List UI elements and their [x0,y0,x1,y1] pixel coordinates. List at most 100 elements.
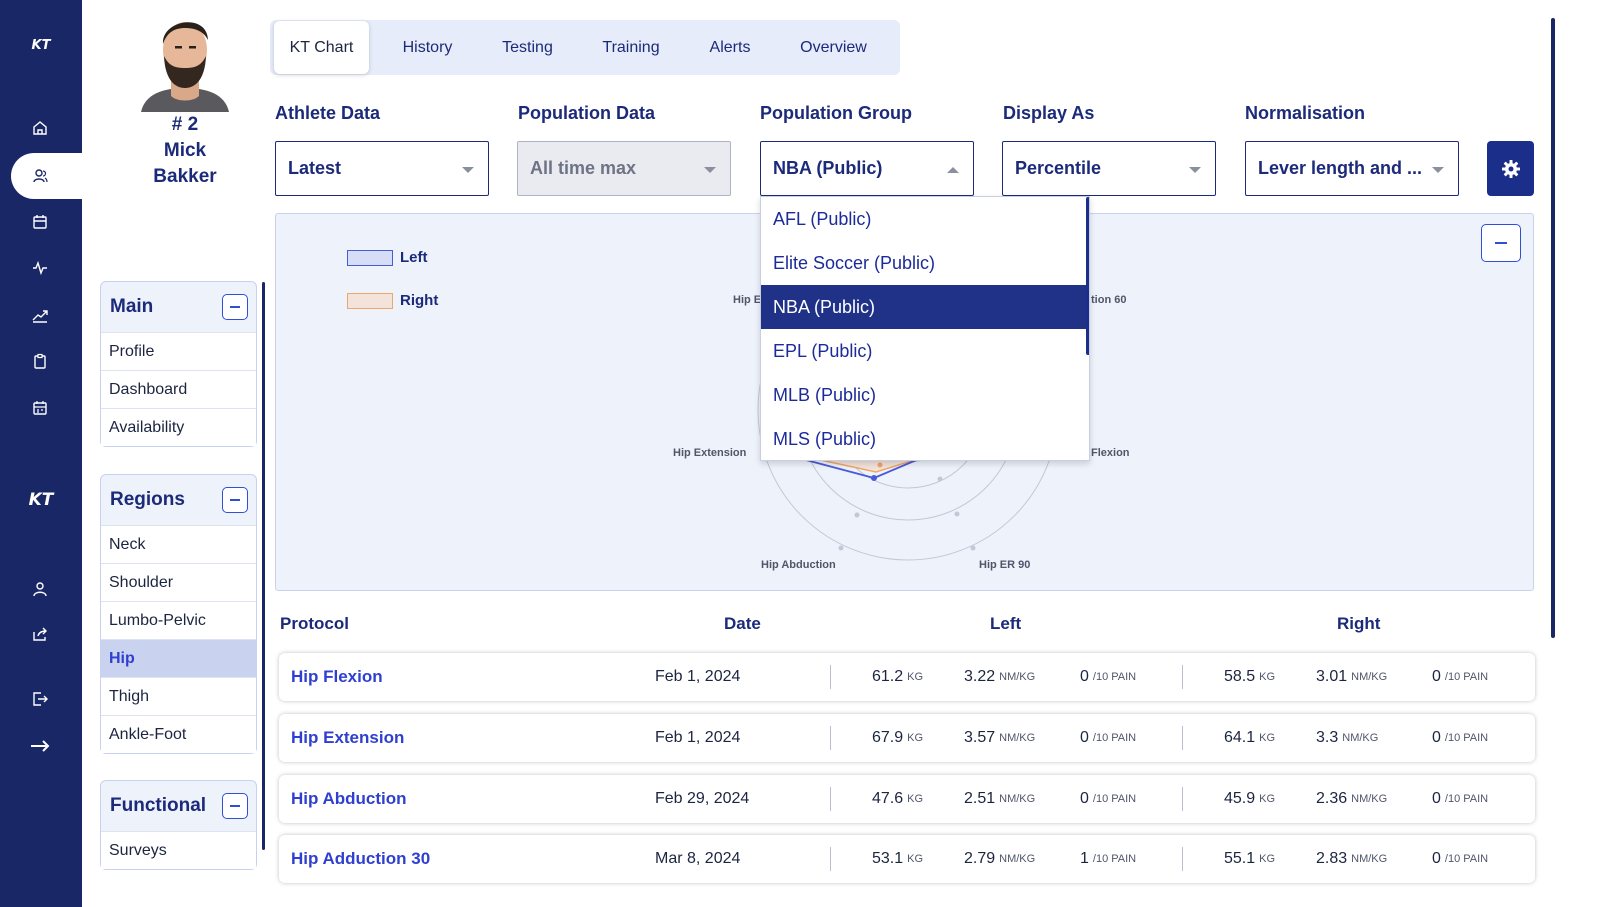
dropdown-option-mlb[interactable]: MLB (Public) [761,373,1089,417]
regions-collapse-button[interactable] [222,487,248,513]
sidebar-item-shoulder[interactable]: Shoulder [101,563,256,601]
legend-label-left: Left [400,249,428,266]
display-as-select[interactable]: Percentile [1002,141,1216,196]
left-pain-unit: /10 PAIN [1092,793,1137,805]
clipboard-icon[interactable] [27,348,53,374]
gear-icon [1501,159,1520,178]
tab-overview[interactable]: Overview [785,20,882,75]
left-pain-cell: 0/10 PAIN [1080,653,1136,701]
athlete-avatar[interactable] [137,8,233,112]
sidebar-item-hip[interactable]: Hip [101,639,256,677]
right-force-cell: 58.5 KG [1224,653,1275,701]
protocol-link[interactable]: Hip Abduction [291,775,407,823]
calendar-icon[interactable] [27,209,53,235]
right-torque-unit: NM/KG [1351,853,1388,865]
functional-panel-title: Functional [110,795,207,816]
calendar-grid-icon[interactable] [27,395,53,421]
right-series-point [877,462,883,468]
chart-collapse-button[interactable] [1481,224,1521,262]
dropdown-option-mls[interactable]: MLS (Public) [761,417,1089,460]
main-collapse-button[interactable] [222,294,248,320]
share-icon[interactable] [27,621,53,647]
trend-icon[interactable] [27,302,53,328]
sidebar-item-lumbo-pelvic[interactable]: Lumbo-Pelvic [101,601,256,639]
right-torque-cell: 2.36 NM/KG [1316,775,1387,823]
left-pain-unit: /10 PAIN [1092,732,1137,744]
left-force-value: 53.1 [872,850,904,867]
sidebar-scrollbar[interactable] [262,282,265,850]
users-icon[interactable] [27,163,53,189]
population-data-value: All time max [530,158,637,178]
legend-item-right: Right [347,292,438,309]
table-header-protocol[interactable]: Protocol [280,614,349,634]
caret-up-icon [947,167,959,173]
protocol-link[interactable]: Hip Extension [291,714,404,762]
tab-training[interactable]: Training [585,20,677,75]
caret-down-icon [1432,167,1444,173]
functional-collapse-button[interactable] [222,793,248,819]
minus-icon [230,805,240,807]
column-divider [1182,726,1183,750]
radar-grid-dot [854,512,860,518]
table-row[interactable]: Hip Flexion Feb 1, 2024 61.2 KG 3.22 NM/KG 0/1… [279,653,1535,701]
settings-button[interactable] [1487,141,1534,196]
table-row[interactable]: Hip Adduction 30 Mar 8, 2024 53.1 KG 2.79 NM/… [279,835,1535,883]
caret-down-icon [462,167,474,173]
sidebar-item-profile[interactable]: Profile [101,332,256,370]
tab-history[interactable]: History [385,20,470,75]
home-icon[interactable] [27,115,53,141]
table-header-date[interactable]: Date [724,614,761,634]
right-force-value: 58.5 [1224,668,1256,685]
sidebar-item-availability[interactable]: Availability [101,408,256,446]
right-pain-unit: /10 PAIN [1444,853,1489,865]
table-row[interactable]: Hip Extension Feb 1, 2024 67.9 KG 3.57 NM/KG 0… [279,714,1535,762]
radar-grid-dot [937,476,943,482]
user-icon[interactable] [27,576,53,602]
population-data-label: Population Data [518,103,656,123]
activity-icon[interactable] [27,255,53,281]
left-pain-unit: /10 PAIN [1092,853,1137,865]
protocol-link[interactable]: Hip Adduction 30 [291,835,430,883]
right-torque-value: 2.83 [1316,850,1348,867]
dropdown-option-afl[interactable]: AFL (Public) [761,197,1089,241]
right-pain-unit: /10 PAIN [1444,671,1489,683]
dropdown-option-epl[interactable]: EPL (Public) [761,329,1089,373]
tab-testing[interactable]: Testing [485,20,570,75]
left-force-unit: KG [907,793,924,805]
column-divider [830,847,831,871]
sidebar-item-surveys[interactable]: Surveys [101,831,256,869]
right-force-value: 45.9 [1224,790,1256,807]
main-panel: Main Profile Dashboard Availability [100,281,257,447]
athlete-data-select[interactable]: Latest [275,141,489,196]
left-torque-value: 2.51 [964,790,996,807]
dropdown-option-nba[interactable]: NBA (Public) [761,285,1089,329]
right-force-unit: KG [1259,671,1276,683]
left-force-value: 47.6 [872,790,904,807]
tab-kt-chart[interactable]: KT Chart [274,21,369,74]
population-group-select[interactable]: NBA (Public) [760,141,974,196]
sidebar-item-dashboard[interactable]: Dashboard [101,370,256,408]
legend-swatch-right [347,292,393,309]
axis-label-tion-60: tion 60 [1091,294,1127,306]
right-torque-unit: NM/KG [1351,793,1388,805]
logout-icon[interactable] [27,686,53,712]
tab-alerts[interactable]: Alerts [695,20,765,75]
left-force-unit: KG [907,732,924,744]
app-logo[interactable]: KT [0,38,82,53]
arrow-right-icon[interactable] [27,733,53,759]
sidebar-item-ankle-foot[interactable]: Ankle-Foot [101,715,256,753]
table-header-right: Right [1337,614,1381,633]
left-force-cell: 47.6 KG [872,775,923,823]
table-row[interactable]: Hip Abduction Feb 29, 2024 47.6 KG 2.51 NM/KG… [279,775,1535,823]
normalisation-select[interactable]: Lever length and ... [1245,141,1459,196]
left-pain-cell: 1/10 PAIN [1080,835,1136,883]
sidebar-item-thigh[interactable]: Thigh [101,677,256,715]
right-force-value: 64.1 [1224,729,1256,746]
protocol-link[interactable]: Hip Flexion [291,653,383,701]
page-scrollbar[interactable] [1551,18,1555,638]
sidebar-item-neck[interactable]: Neck [101,525,256,563]
dropdown-option-elite-soccer[interactable]: Elite Soccer (Public) [761,241,1089,285]
population-data-select[interactable]: All time max [517,141,731,196]
right-torque-unit: NM/KG [1342,732,1379,744]
dropdown-scrollbar[interactable] [1086,197,1089,355]
